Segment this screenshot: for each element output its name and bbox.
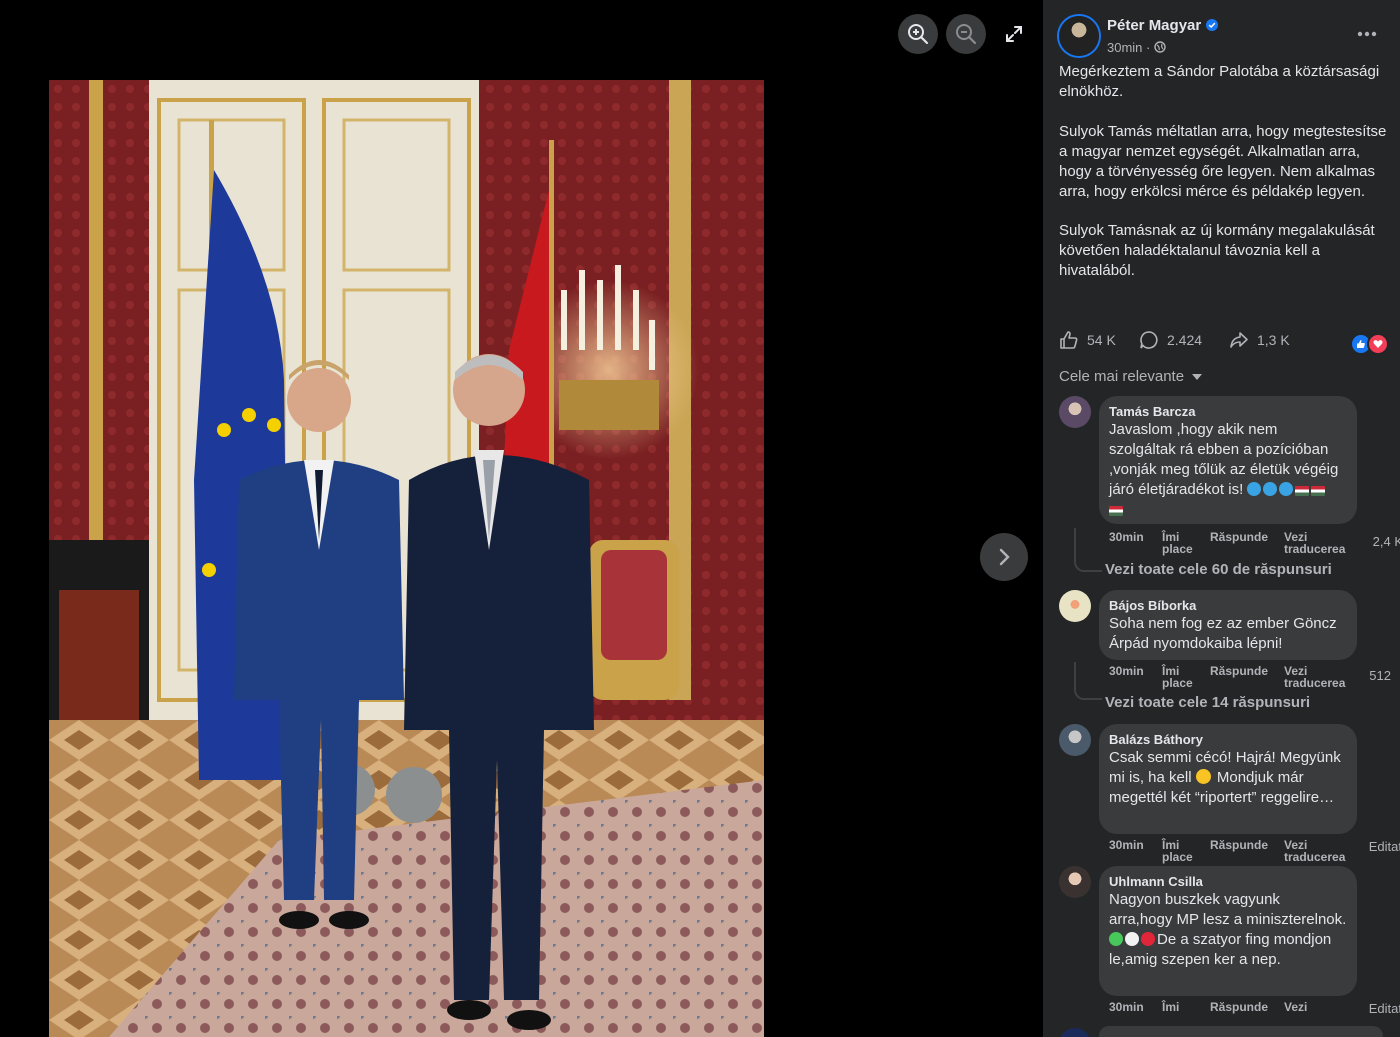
commenter-name[interactable]: Tamás Barcza [1109, 404, 1347, 420]
photo-viewer [0, 0, 1043, 1037]
commenter-avatar[interactable] [1059, 590, 1091, 622]
comment-time[interactable]: 30min [1109, 531, 1144, 543]
hungary-flag-icon [1311, 486, 1326, 496]
comment-item: Tamás Barcza Javaslom ,hogy akik nem szo… [1059, 396, 1400, 581]
sort-label: Cele mai relevante [1059, 368, 1185, 385]
comment-time[interactable]: 30min [1109, 665, 1144, 677]
comment-time[interactable]: 30min [1109, 1001, 1144, 1013]
see-translation-button[interactable]: Vezi [1284, 1001, 1307, 1013]
comment-bubble: Uhlmann Csilla Nagyon buszkek vagyunk ar… [1099, 866, 1357, 996]
post-body: Megérkeztem a Sándor Palotába a köztársa… [1059, 62, 1389, 301]
zoom-out-icon [956, 24, 977, 45]
author-avatar[interactable] [1059, 16, 1099, 56]
comment-count-text: 2.424 [1167, 332, 1203, 348]
post-stats: 54 K 2.424 1,3 K [1059, 330, 1389, 356]
comment-bubble: Tamás Barcza Javaslom ,hogy akik nem szo… [1099, 396, 1357, 524]
comment-text: Javaslom ,hogy akik nem szolgáltak rá eb… [1109, 420, 1347, 520]
like-comment-button[interactable]: Îmi place [1162, 839, 1206, 863]
view-replies-link[interactable]: Vezi toate cele 60 de răspunsuri [1105, 561, 1332, 578]
commenter-avatar[interactable] [1059, 396, 1091, 428]
comment-bubble: Balázs Báthory Csak semmi cécó! Hajrá! M… [1099, 724, 1357, 834]
expand-icon [1006, 26, 1022, 42]
post-paragraph: Sulyok Tamásnak az új kormány megalakulá… [1059, 222, 1375, 279]
more-horizontal-icon [1357, 31, 1377, 37]
globe-emoji-icon [1279, 482, 1294, 496]
chevron-right-icon [999, 548, 1010, 566]
post-panel: Péter Magyar 30min · Megérkeztem a Sándo… [1043, 0, 1400, 1037]
fullscreen-button[interactable] [994, 14, 1034, 54]
smile-emoji-icon [1195, 769, 1211, 784]
reply-button[interactable]: Răspunde [1210, 531, 1268, 543]
thread-line [1074, 528, 1102, 572]
post-photo[interactable] [49, 80, 764, 1037]
post-paragraph: Megérkeztem a Sándor Palotába a köztársa… [1059, 63, 1380, 100]
globe-emoji-icon [1247, 482, 1262, 496]
comment-text: Csak semmi cécó! Hajrá! Megyünk mi is, h… [1109, 748, 1347, 808]
share-icon [1230, 332, 1248, 348]
see-translation-button[interactable]: Vezi traducerea [1284, 665, 1356, 689]
author-name[interactable]: Péter Magyar [1107, 17, 1201, 34]
more-options-button[interactable] [1355, 22, 1379, 46]
like-comment-button[interactable]: Îmi place [1162, 531, 1206, 555]
photo-illustration [49, 80, 764, 1037]
reply-button[interactable]: Răspunde [1210, 1001, 1268, 1013]
comment-text: Soha nem fog ez az ember Göncz Árpád nyo… [1109, 615, 1337, 652]
thumbs-up-icon [1060, 331, 1078, 349]
caret-down-icon [1192, 373, 1203, 380]
globe-emoji-icon [1263, 482, 1278, 496]
comment-bubble: Bájos Bíborka Soha nem fog ez az ember G… [1099, 590, 1357, 660]
see-translation-button[interactable]: Vezi traducerea [1284, 531, 1356, 555]
comment-time[interactable]: 30min [1109, 839, 1144, 851]
comment-reaction-count[interactable]: 512 [1369, 668, 1391, 683]
edited-label: Editat [1368, 1001, 1400, 1016]
comment-text: Nagyon buszkek vagyunk arra,hogy MP lesz… [1109, 890, 1347, 970]
post-time-text: 30min · [1107, 40, 1154, 55]
red-heart-icon [1141, 932, 1155, 946]
commenter-name[interactable]: Balázs Báthory [1109, 732, 1347, 748]
comment-item: Uhlmann Csilla Nagyon buszkek vagyunk ar… [1059, 866, 1400, 1026]
thread-line [1074, 662, 1102, 700]
comment-sort-dropdown[interactable]: Cele mai relevante [1059, 368, 1203, 385]
zoom-in-button[interactable] [898, 14, 938, 54]
commenter-avatar[interactable] [1059, 724, 1091, 756]
zoom-in-icon [908, 24, 929, 45]
comment-text-part: Nagyon buszkek vagyunk arra,hogy MP lesz… [1109, 891, 1347, 928]
globe-icon [1154, 41, 1166, 53]
author-name-row: Péter Magyar [1107, 17, 1219, 34]
post-timestamp[interactable]: 30min · [1107, 40, 1166, 55]
reaction-icons[interactable] [1350, 333, 1389, 355]
next-comment-bubble [1099, 1026, 1383, 1037]
white-heart-icon [1125, 932, 1139, 946]
comment-reaction-count[interactable]: 2,4 K [1373, 534, 1400, 549]
comment-item: Bájos Bíborka Soha nem fog ez az ember G… [1059, 590, 1399, 715]
hungary-flag-icon [1109, 506, 1123, 516]
green-heart-icon [1109, 932, 1123, 946]
share-count-text: 1,3 K [1257, 332, 1290, 348]
like-comment-button[interactable]: Îmi [1162, 1001, 1179, 1013]
reply-button[interactable]: Răspunde [1210, 665, 1268, 677]
share-count[interactable]: 1,3 K [1229, 330, 1290, 350]
hungary-flag-icon [1295, 486, 1310, 496]
commenter-name[interactable]: Bájos Bíborka [1109, 598, 1347, 614]
like-count-text: 54 K [1087, 332, 1116, 348]
like-comment-button[interactable]: Îmi place [1162, 665, 1206, 689]
comment-count[interactable]: 2.424 [1139, 330, 1202, 350]
commenter-name[interactable]: Uhlmann Csilla [1109, 874, 1347, 890]
edited-label: Editat [1368, 839, 1400, 854]
love-reaction-icon [1367, 333, 1389, 355]
comment-item: Balázs Báthory Csak semmi cécó! Hajrá! M… [1059, 724, 1400, 864]
next-photo-button[interactable] [980, 533, 1028, 581]
post-paragraph: Sulyok Tamás méltatlan arra, hogy megtes… [1059, 122, 1387, 200]
like-count[interactable]: 54 K [1059, 330, 1116, 350]
view-replies-link[interactable]: Vezi toate cele 14 răspunsuri [1105, 694, 1310, 711]
commenter-avatar[interactable] [1059, 866, 1091, 898]
comment-bubble-icon [1140, 331, 1158, 349]
next-commenter-avatar[interactable] [1059, 1028, 1091, 1037]
zoom-out-button[interactable] [946, 14, 986, 54]
see-translation-button[interactable]: Vezi traducerea [1284, 839, 1356, 863]
verified-badge-icon [1206, 19, 1219, 31]
reply-button[interactable]: Răspunde [1210, 839, 1268, 851]
